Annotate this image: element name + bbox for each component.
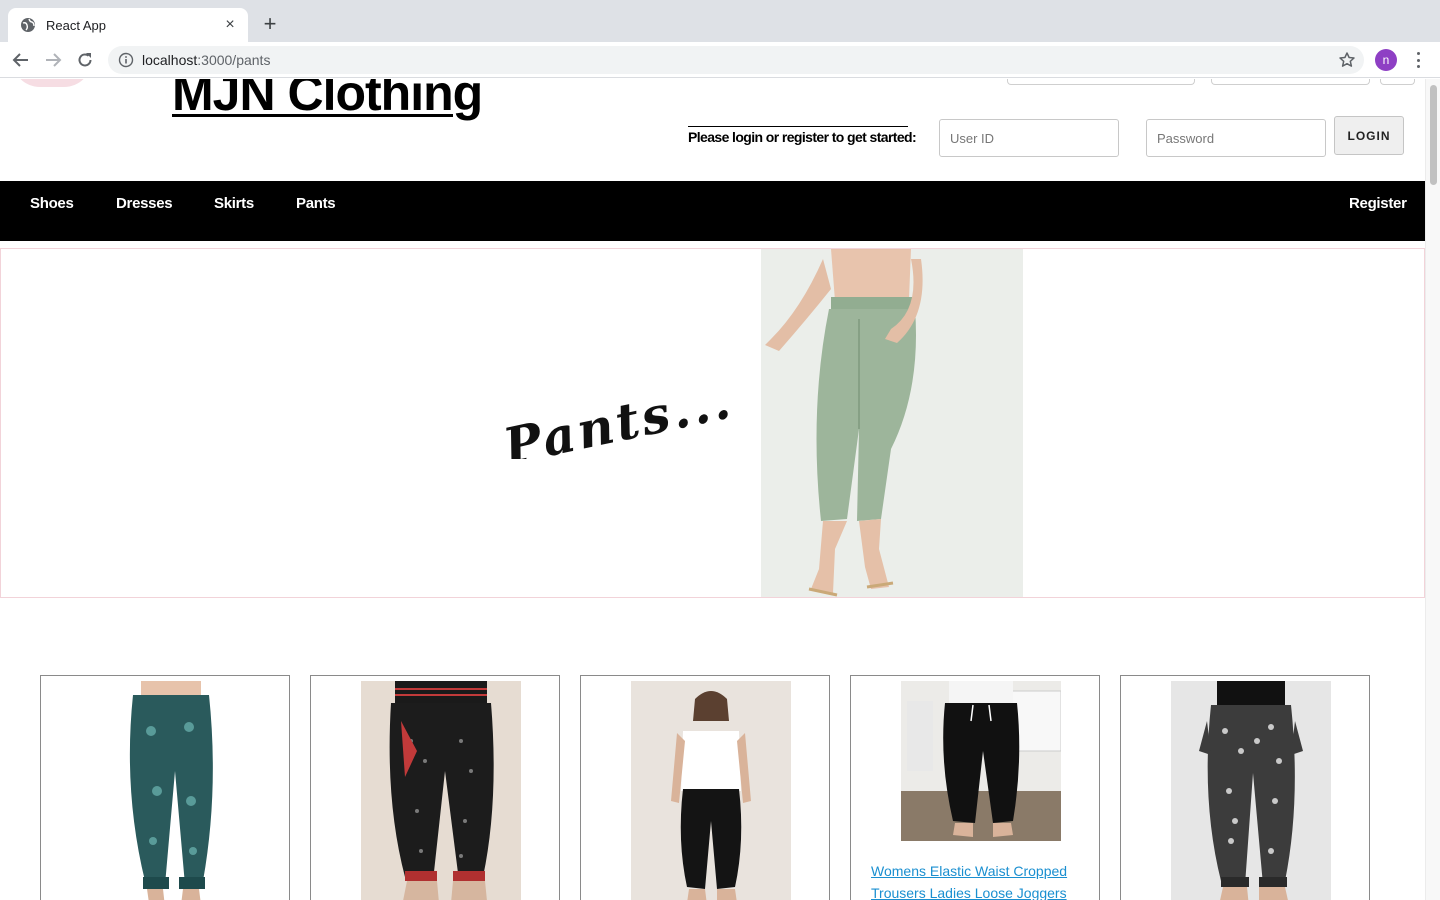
product-card[interactable] xyxy=(310,675,560,900)
more-menu-icon[interactable] xyxy=(1410,50,1426,70)
close-icon[interactable]: × xyxy=(222,17,238,33)
product-title-link[interactable]: Womens Elastic Waist Cropped Trousers La… xyxy=(871,860,1081,900)
divider xyxy=(688,126,908,127)
product-card[interactable] xyxy=(580,675,830,900)
category-banner: Pants... xyxy=(0,248,1425,598)
nav-item-dresses[interactable]: Dresses xyxy=(116,195,173,212)
nav-item-shoes[interactable]: Shoes xyxy=(30,195,74,212)
reload-icon[interactable] xyxy=(73,48,97,72)
browser-tab[interactable]: React App × xyxy=(8,8,248,42)
login-prompt: Please login or register to get started: xyxy=(688,129,917,145)
vertical-scrollbar[interactable] xyxy=(1425,79,1440,900)
svg-text:Pants...: Pants... xyxy=(497,370,737,459)
globe-icon xyxy=(20,17,36,33)
page-viewport: MJN Clothing Please login or register to… xyxy=(0,79,1440,900)
new-tab-icon[interactable]: + xyxy=(258,13,282,37)
nav-item-register[interactable]: Register xyxy=(1349,195,1407,212)
product-image[interactable] xyxy=(91,681,251,900)
product-image[interactable] xyxy=(631,681,791,900)
profile-avatar[interactable]: n xyxy=(1375,49,1397,71)
product-card[interactable] xyxy=(40,675,290,900)
site-title[interactable]: MJN Clothing xyxy=(172,79,483,121)
nav-item-pants[interactable]: Pants xyxy=(296,195,336,212)
scrolled-field-edge xyxy=(1007,79,1195,85)
banner-model-photo xyxy=(761,249,1023,597)
nav-item-skirts[interactable]: Skirts xyxy=(214,195,254,212)
url-text: localhost:3000/pants xyxy=(142,52,1338,68)
scrolled-field-edge xyxy=(1211,79,1370,85)
url-host: localhost xyxy=(142,52,198,68)
product-image[interactable] xyxy=(901,681,1061,841)
back-arrow-icon[interactable] xyxy=(9,48,33,72)
address-bar[interactable]: localhost:3000/pants xyxy=(108,46,1364,74)
product-card[interactable]: Womens Elastic Waist Cropped Trousers La… xyxy=(850,675,1100,900)
browser-toolbar: localhost:3000/pants n xyxy=(0,42,1440,78)
info-icon[interactable] xyxy=(118,52,134,68)
forward-arrow-icon[interactable] xyxy=(41,48,65,72)
browser-tab-strip: React App × + xyxy=(0,0,1440,42)
login-button[interactable]: LOGIN xyxy=(1334,116,1404,155)
password-input[interactable] xyxy=(1146,119,1326,157)
product-image[interactable] xyxy=(361,681,521,900)
url-path: :3000/pants xyxy=(197,52,271,68)
scrollbar-thumb[interactable] xyxy=(1430,85,1437,185)
site-logo[interactable] xyxy=(12,79,92,87)
banner-heading: Pants... xyxy=(497,370,737,459)
main-nav: Shoes Dresses Skirts Pants Register xyxy=(0,181,1425,241)
product-card[interactable] xyxy=(1120,675,1370,900)
product-image[interactable] xyxy=(1171,681,1331,900)
scrolled-button-edge xyxy=(1380,79,1415,85)
tab-title: React App xyxy=(46,17,106,33)
star-icon[interactable] xyxy=(1338,51,1356,69)
user-id-input[interactable] xyxy=(939,119,1119,157)
